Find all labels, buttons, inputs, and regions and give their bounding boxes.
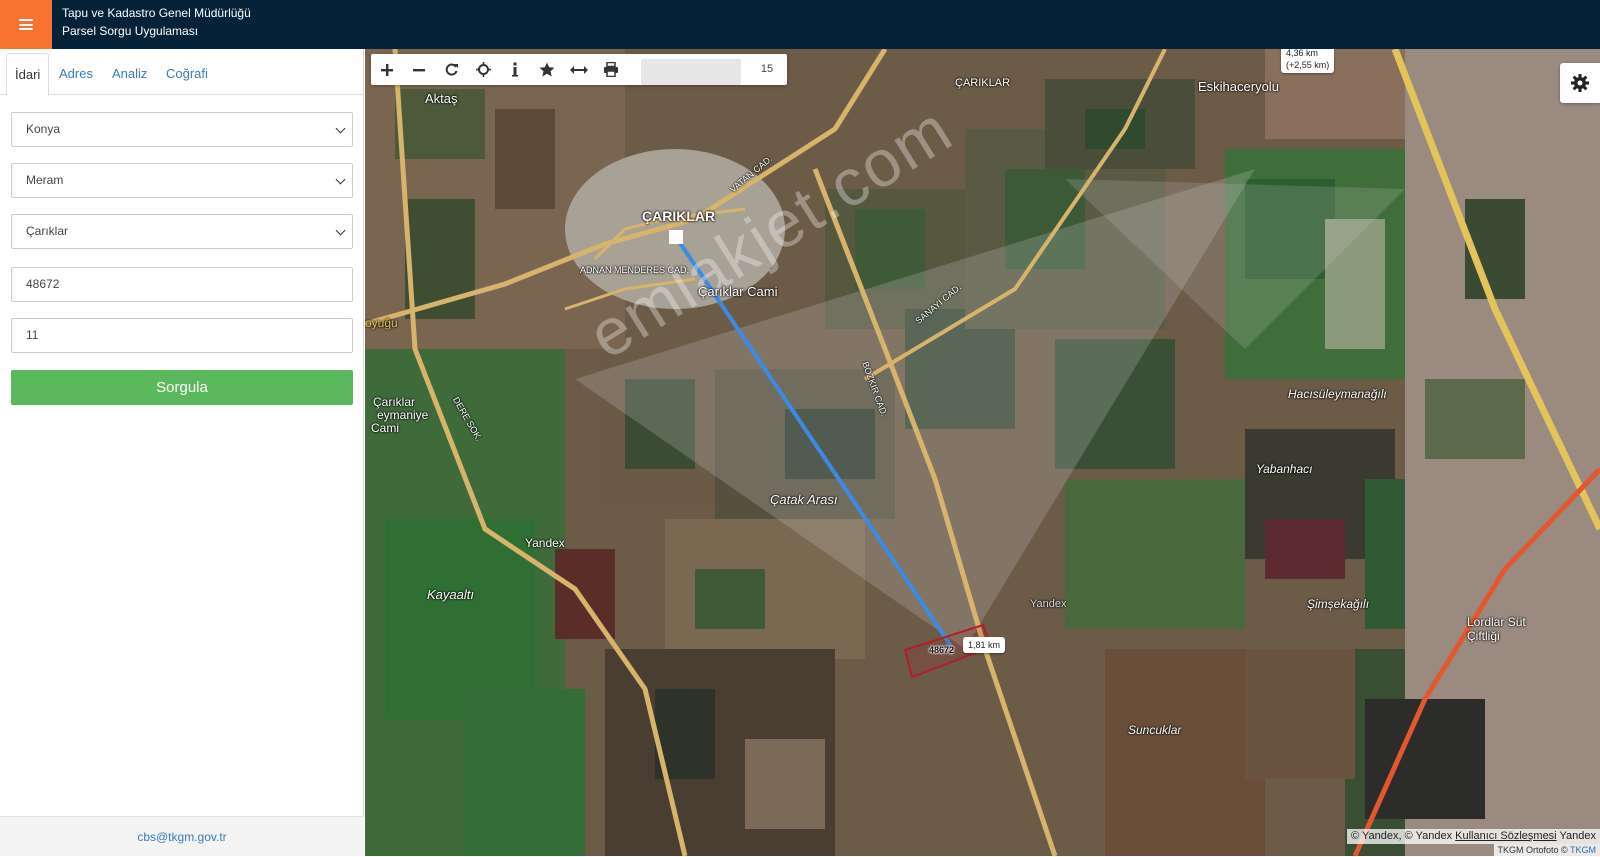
map-label-oyugu: oyuğu bbox=[365, 316, 398, 330]
map-label-ciftligi: Çiftliği bbox=[1467, 629, 1500, 643]
map-label-simsekagili: Şimşekağılı bbox=[1307, 597, 1369, 611]
tab-idari[interactable]: İdari bbox=[6, 53, 49, 96]
map-label-suleymaniye: eymaniye bbox=[377, 408, 428, 422]
block-number-input[interactable]: 48672 bbox=[11, 267, 353, 302]
map-label-kayaalti: Kayaaltı bbox=[427, 587, 474, 602]
map-label-lordlar: Lordlar Süt bbox=[1467, 615, 1526, 629]
map-label-hacisuleymanagili: Hacısüleymanağılı bbox=[1288, 387, 1387, 401]
map-toolbar: 15 bbox=[371, 54, 787, 85]
map-label-catak-arasi: Çatak Arası bbox=[770, 492, 837, 507]
tab-adres[interactable]: Adres bbox=[51, 53, 101, 95]
block-number-value: 48672 bbox=[26, 277, 59, 291]
attribution-text: © Yandex, © Yandex bbox=[1351, 830, 1452, 842]
tkgm-link[interactable]: TKGM bbox=[1570, 845, 1596, 855]
map-label-adnan-menderes: ADNAN MENDERES CAD. bbox=[580, 265, 689, 275]
map-attribution: © Yandex, © Yandex Kullanıcı Sözleşmesi … bbox=[1347, 829, 1600, 844]
parcel-number-value: 11 bbox=[26, 328, 38, 342]
satellite-imagery bbox=[365, 49, 1600, 856]
ortho-attribution: TKGM Ortofoto © TKGM bbox=[1494, 844, 1600, 856]
settings-button[interactable] bbox=[1560, 63, 1600, 103]
app-title: Tapu ve Kadastro Genel Müdürlüğü Parsel … bbox=[62, 4, 251, 40]
minus-icon bbox=[412, 63, 426, 77]
neighborhood-value: Çarıklar bbox=[26, 224, 68, 238]
map-label-yandex-1: Yandex bbox=[525, 536, 565, 550]
parcel-number-input[interactable]: 11 bbox=[11, 318, 353, 353]
info-icon bbox=[511, 62, 519, 77]
ortho-attribution-text: TKGM Ortofoto © bbox=[1498, 845, 1568, 855]
map-label-yabanhaci: Yabanhacı bbox=[1256, 462, 1313, 476]
measure-total: 4,36 km bbox=[1286, 49, 1329, 59]
zoom-in-button[interactable] bbox=[371, 54, 403, 85]
app-title-app: Parsel Sorgu Uygulaması bbox=[62, 22, 251, 40]
province-select[interactable]: Konya bbox=[11, 112, 353, 147]
measure-tooltip-top: 4,36 km (+2,55 km) bbox=[1281, 49, 1334, 73]
map-label-cariklar-cami: Çarıklar Cami bbox=[698, 284, 777, 299]
refresh-button[interactable] bbox=[435, 54, 467, 85]
zoom-level-display: 15 bbox=[749, 59, 785, 80]
parcel-label: 48672 bbox=[929, 645, 954, 655]
query-tabs: İdari Adres Analiz Coğrafi bbox=[0, 53, 364, 95]
star-icon bbox=[539, 62, 555, 77]
tab-analiz[interactable]: Analiz bbox=[104, 53, 155, 95]
measure-tooltip-distance: 1,81 km bbox=[963, 637, 1005, 653]
map-label-cariklar: ÇARIKLAR bbox=[642, 208, 715, 224]
chevron-down-icon bbox=[336, 226, 346, 236]
map-label-suncuklar: Suncuklar bbox=[1128, 723, 1181, 737]
locate-button[interactable] bbox=[467, 54, 499, 85]
app-title-org: Tapu ve Kadastro Genel Müdürlüğü bbox=[62, 4, 251, 22]
info-button[interactable] bbox=[499, 54, 531, 85]
query-sidebar: İdari Adres Analiz Coğrafi Konya Meram Ç… bbox=[0, 49, 364, 856]
map-view[interactable]: emlakjet.com ÇARIKLAR ÇARIKLAR Çarıklar … bbox=[365, 49, 1600, 856]
print-icon bbox=[603, 62, 619, 77]
refresh-icon bbox=[444, 62, 459, 77]
hamburger-icon bbox=[19, 19, 33, 30]
measure-delta: (+2,55 km) bbox=[1286, 59, 1329, 71]
district-value: Meram bbox=[26, 173, 63, 187]
province-value: Konya bbox=[26, 122, 60, 136]
coordinate-display bbox=[641, 59, 741, 85]
map-label-aktas: Aktaş bbox=[425, 91, 458, 106]
district-select[interactable]: Meram bbox=[11, 163, 353, 198]
neighborhood-select[interactable]: Çarıklar bbox=[11, 214, 353, 249]
measure-icon bbox=[570, 64, 588, 76]
contact-email-link[interactable]: cbs@tkgm.gov.tr bbox=[137, 830, 226, 844]
map-label-eskihaceryolu: Eskihaceryolu bbox=[1198, 79, 1279, 94]
tab-cografi[interactable]: Coğrafi bbox=[158, 53, 216, 95]
map-label-yandex-2: Yandex bbox=[1030, 598, 1067, 610]
menu-button[interactable] bbox=[0, 0, 52, 49]
chevron-down-icon bbox=[336, 175, 346, 185]
terms-link[interactable]: Kullanıcı Sözleşmesi bbox=[1455, 830, 1557, 842]
gear-icon bbox=[1571, 74, 1589, 92]
sidebar-footer: cbs@tkgm.gov.tr bbox=[0, 816, 364, 856]
favorites-button[interactable] bbox=[531, 54, 563, 85]
chevron-down-icon bbox=[336, 124, 346, 134]
map-label-cariklar-top: ÇARIKLAR bbox=[955, 77, 1010, 89]
crosshair-icon bbox=[476, 62, 491, 77]
print-button[interactable] bbox=[595, 54, 627, 85]
query-button[interactable]: Sorgula bbox=[11, 370, 353, 405]
zoom-out-button[interactable] bbox=[403, 54, 435, 85]
plus-icon bbox=[380, 63, 394, 77]
measure-button[interactable] bbox=[563, 54, 595, 85]
attribution-yandex: Yandex bbox=[1560, 830, 1597, 842]
map-label-cariklar-cami-west: Çarıklar bbox=[373, 395, 415, 409]
app-header: Tapu ve Kadastro Genel Müdürlüğü Parsel … bbox=[0, 0, 1600, 49]
map-label-cami-west: Cami bbox=[371, 421, 399, 435]
